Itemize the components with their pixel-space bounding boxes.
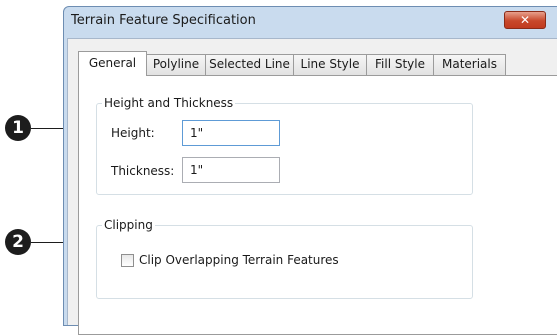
callout-2: 2	[5, 229, 31, 255]
clip-overlapping-label[interactable]: Clip Overlapping Terrain Features	[139, 253, 339, 267]
window-title: Terrain Feature Specification	[71, 13, 256, 28]
tab-selected-line[interactable]: Selected Line	[205, 54, 294, 75]
general-tab-panel: Height and Thickness Height: Thickness: …	[78, 75, 557, 335]
height-label: Height:	[111, 126, 155, 140]
clip-overlapping-checkbox[interactable]	[121, 254, 134, 267]
dialog-client-area: General Polyline Selected Line Line Styl…	[67, 38, 557, 335]
callout-1: 1	[5, 115, 31, 141]
height-thickness-group-label: Height and Thickness	[102, 96, 236, 110]
thickness-input[interactable]	[182, 157, 280, 183]
close-button[interactable]: ✕	[504, 11, 546, 29]
close-icon: ✕	[519, 13, 531, 27]
dialog-window: Terrain Feature Specification ✕ General …	[63, 6, 557, 335]
title-bar[interactable]: Terrain Feature Specification ✕	[64, 7, 557, 35]
thickness-label: Thickness:	[111, 164, 175, 178]
tab-general[interactable]: General	[78, 51, 147, 76]
tab-fill-style[interactable]: Fill Style	[366, 54, 434, 75]
height-input[interactable]	[182, 120, 280, 146]
tab-polyline[interactable]: Polyline	[146, 54, 206, 75]
clipping-group: Clipping Clip Overlapping Terrain Featur…	[96, 218, 473, 299]
tab-materials[interactable]: Materials	[433, 54, 506, 75]
tab-line-style[interactable]: Line Style	[293, 54, 367, 75]
clipping-group-label: Clipping	[102, 218, 155, 232]
height-thickness-group: Height and Thickness Height: Thickness:	[96, 96, 473, 195]
